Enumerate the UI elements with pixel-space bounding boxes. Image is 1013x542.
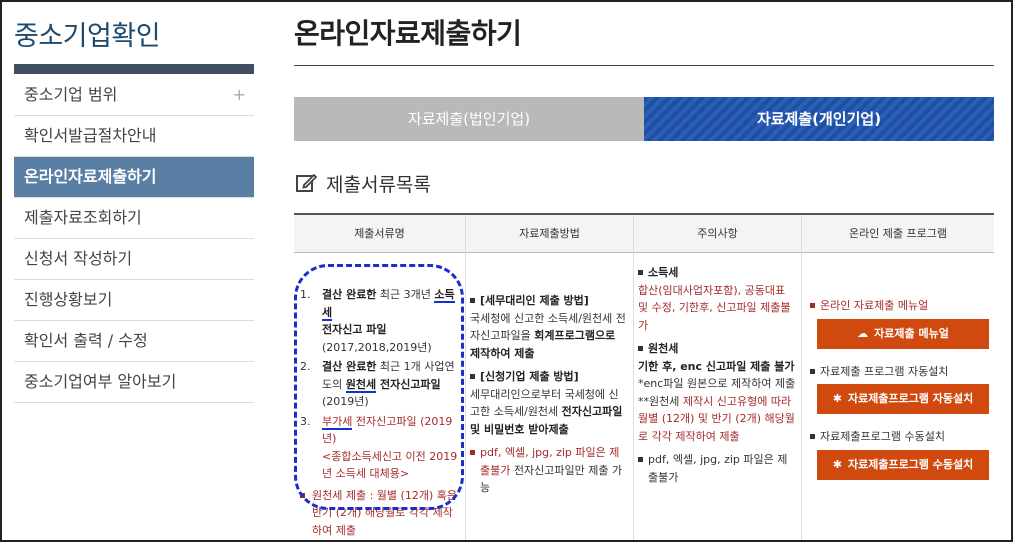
gear-icon: ✱ (832, 392, 842, 406)
sidebar-item-application[interactable]: 신청서 작성하기 (14, 239, 254, 280)
header-divider (294, 252, 994, 253)
header-program: 온라인 제출 프로그램 (802, 215, 994, 252)
cell-programs: 온라인 자료제출 메뉴얼 ☁ 자료제출 메뉴얼 자료제출 프로그램 자동설치 ✱… (810, 297, 992, 494)
cell-method: [세무대리인 제출 방법] 국세청에 신고한 소득세/원천세 전자신고파일을 회… (470, 294, 626, 494)
cloud-icon: ☁ (857, 326, 869, 340)
window-frame: 중소기업확인 중소기업 범위 + 확인서발급절차안내 온라인자료제출하기 제출자… (0, 0, 1013, 542)
gear-icon: ✱ (832, 457, 842, 471)
sidebar-item-label: 중소기업여부 알아보기 (24, 372, 177, 391)
title-divider (294, 65, 994, 66)
highlight-annotation (294, 264, 464, 510)
column-divider (801, 215, 802, 540)
sidebar-item-label: 신청서 작성하기 (24, 249, 133, 268)
sidebar-item-label: 확인서 출력 / 수정 (24, 331, 148, 350)
sidebar-item-label: 확인서발급절차안내 (24, 126, 157, 145)
header-caution: 주의사항 (634, 215, 801, 252)
column-divider (465, 215, 466, 540)
section-header: 제출서류목록 (294, 170, 431, 196)
cell-caution: 소득세 합산(임대사업자포함), 공동대표 및 수정, 기한후, 신고파일 제출… (638, 266, 796, 484)
manual-button[interactable]: ☁ 자료제출 메뉴얼 (817, 318, 989, 349)
sidebar-item-sme-check[interactable]: 중소기업여부 알아보기 (14, 362, 254, 403)
auto-install-button[interactable]: ✱ 자료제출프로그램 자동설치 (817, 384, 989, 414)
header-document: 제출서류명 (294, 215, 465, 252)
sidebar-item-issue-guide[interactable]: 확인서발급절차안내 (14, 116, 254, 157)
header-method: 자료제출방법 (466, 215, 633, 252)
sidebar-item-label: 온라인자료제출하기 (24, 167, 157, 186)
sidebar-item-submission-lookup[interactable]: 제출자료조회하기 (14, 198, 254, 239)
column-divider (633, 215, 634, 540)
sidebar-item-label: 중소기업 범위 (24, 85, 118, 104)
sidebar-bar (14, 64, 254, 74)
section-title: 제출서류목록 (326, 173, 431, 196)
tab-corporate[interactable]: 자료제출(법인기업) (294, 97, 644, 141)
plus-icon[interactable]: + (233, 75, 246, 115)
manual-install-button[interactable]: ✱ 자료제출프로그램 수동설치 (817, 449, 989, 480)
sidebar-item-sme-scope[interactable]: 중소기업 범위 + (14, 75, 254, 116)
sidebar-item-label: 진행상황보기 (24, 290, 113, 309)
sidebar-title: 중소기업확인 (14, 21, 161, 52)
sidebar-item-print[interactable]: 확인서 출력 / 수정 (14, 321, 254, 362)
tab-individual[interactable]: 자료제출(개인기업) (644, 97, 994, 141)
sidebar-menu: 중소기업 범위 + 확인서발급절차안내 온라인자료제출하기 제출자료조회하기 신… (14, 75, 254, 403)
page-title: 온라인자료제출하기 (294, 17, 522, 50)
edit-icon (296, 173, 318, 192)
sidebar-item-progress[interactable]: 진행상황보기 (14, 280, 254, 321)
sidebar-item-label: 제출자료조회하기 (24, 208, 142, 227)
sidebar-item-online-submit[interactable]: 온라인자료제출하기 (14, 157, 254, 198)
